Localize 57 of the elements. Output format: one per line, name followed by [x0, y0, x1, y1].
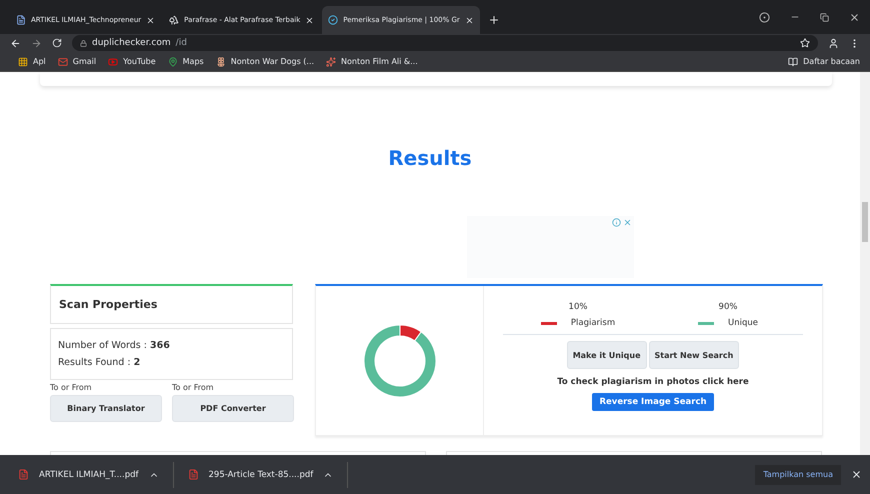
close-icon[interactable]: [464, 16, 474, 24]
tool-caption: To or From: [50, 383, 93, 392]
pdf-file-icon: [18, 469, 29, 480]
url-host: duplichecker.com: [92, 38, 171, 48]
reverse-image-search-button[interactable]: Reverse Image Search: [592, 393, 714, 411]
profile-icon[interactable]: [828, 38, 839, 48]
check-icon: [328, 15, 338, 25]
reading-list-icon[interactable]: [788, 56, 798, 66]
show-all-button[interactable]: Tampilkan semua: [755, 464, 841, 484]
new-tab-icon[interactable]: [488, 14, 500, 26]
tool-caption: To or From: [172, 383, 215, 392]
restore-icon[interactable]: [820, 12, 829, 22]
stat-line: Number of Words : 366: [58, 340, 171, 351]
legend-percent: 90%: [718, 302, 738, 312]
bookmark-link[interactable]: Nonton Film Ali &...: [341, 57, 418, 66]
download-item[interactable]: 295-Article Text-85....pdf: [208, 470, 314, 480]
photo-note: To check plagiarism in photos click here: [557, 377, 749, 387]
tool-button[interactable]: PDF Converter: [172, 395, 294, 422]
close-icon[interactable]: [851, 469, 862, 480]
panel-title: Scan Properties: [59, 298, 158, 311]
url-path: /id: [176, 38, 187, 48]
tree-icon: [169, 15, 180, 25]
scrollbar[interactable]: [860, 72, 870, 455]
bookmark-link[interactable]: Nonton War Dogs (...: [230, 57, 314, 66]
address-bar[interactable]: duplichecker.com /id: [72, 35, 818, 51]
download-item[interactable]: ARTIKEL ILMIAH_T....pdf: [39, 470, 138, 480]
legend-label: Plagiarism: [570, 318, 616, 328]
action-button[interactable]: Make it Unique: [566, 341, 646, 369]
stat-line: Results Found : 2: [58, 357, 142, 368]
lock-icon: [80, 40, 87, 46]
info-icon[interactable]: [612, 218, 621, 227]
legend-label: Unique: [728, 318, 758, 328]
bookmark-link[interactable]: Maps: [182, 57, 204, 66]
close-icon[interactable]: [305, 16, 314, 24]
document-icon: [16, 15, 26, 25]
pin-icon: [168, 56, 178, 66]
bookmark-link[interactable]: Apl: [33, 57, 46, 66]
close-icon[interactable]: [146, 16, 156, 24]
bookmark-link[interactable]: YouTube: [123, 57, 156, 66]
profile-menu-icon[interactable]: [759, 12, 770, 22]
action-button[interactable]: Start New Search: [648, 341, 740, 369]
pdf-file-icon: [188, 469, 198, 480]
reading-list-link[interactable]: Daftar bacaan: [803, 57, 860, 66]
flower-icon: [216, 56, 226, 66]
apps-icon: [18, 56, 28, 66]
close-icon[interactable]: [849, 12, 860, 22]
legend-percent: 10%: [568, 302, 588, 312]
bookmark-link[interactable]: Gmail: [72, 57, 96, 66]
forward-icon[interactable]: [31, 38, 42, 48]
tool-button[interactable]: Binary Translator: [50, 395, 162, 422]
reload-icon[interactable]: [52, 38, 62, 48]
bookmark-star-icon[interactable]: [800, 38, 810, 48]
mail-icon: [58, 56, 68, 66]
results-heading: Results: [388, 146, 472, 172]
video-icon: [108, 56, 118, 66]
back-icon[interactable]: [10, 38, 21, 48]
star-icon: [326, 56, 336, 66]
